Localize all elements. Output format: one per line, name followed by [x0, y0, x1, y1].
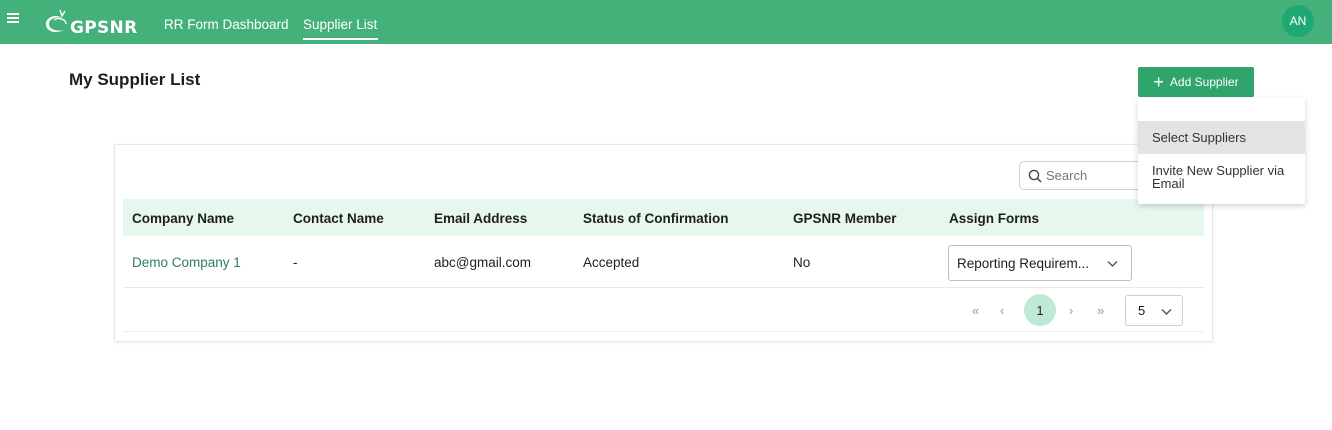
- add-supplier-button[interactable]: + Add Supplier: [1138, 67, 1254, 97]
- column-header-contact-name[interactable]: Contact Name: [293, 211, 384, 226]
- search-input[interactable]: [1046, 168, 1146, 183]
- logo-mark-icon: [46, 9, 67, 32]
- table-header-row: Company Name Contact Name Email Address …: [123, 199, 1204, 236]
- assign-forms-value: Reporting Requirem...: [957, 255, 1090, 271]
- status-cell: Accepted: [583, 255, 640, 270]
- hamburger-menu-icon[interactable]: [7, 13, 19, 23]
- table-row: Demo Company 1 - abc@gmail.com Accepted …: [123, 237, 1204, 288]
- column-header-email-address[interactable]: Email Address: [434, 211, 527, 226]
- nav-link-rr-form-dashboard[interactable]: RR Form Dashboard: [164, 17, 289, 32]
- chevron-down-icon: [1107, 261, 1118, 267]
- active-nav-underline: [303, 38, 378, 40]
- column-header-status[interactable]: Status of Confirmation: [583, 211, 729, 226]
- current-page-button[interactable]: 1: [1024, 294, 1056, 326]
- next-page-icon[interactable]: ›: [1069, 303, 1073, 318]
- nav-link-supplier-list[interactable]: Supplier List: [303, 17, 377, 32]
- pagination-bar: « ‹ 1 › » 5: [123, 288, 1204, 332]
- previous-page-icon[interactable]: ‹: [1000, 303, 1004, 318]
- page-size-select[interactable]: 5: [1125, 295, 1183, 326]
- plus-icon: +: [1153, 71, 1164, 92]
- logo-text: GPSNR: [70, 18, 138, 38]
- chevron-down-icon: [1161, 309, 1172, 315]
- search-icon: [1028, 169, 1042, 183]
- contact-name-cell: -: [293, 255, 298, 270]
- column-header-assign-forms[interactable]: Assign Forms: [949, 211, 1039, 226]
- assign-forms-select[interactable]: Reporting Requirem...: [948, 245, 1132, 281]
- page-title: My Supplier List: [69, 70, 201, 89]
- supplier-table-card: Company Name Contact Name Email Address …: [114, 144, 1213, 342]
- company-name-link[interactable]: Demo Company 1: [132, 255, 241, 270]
- add-supplier-dropdown-menu: Select Suppliers Invite New Supplier via…: [1138, 98, 1305, 204]
- add-supplier-label: Add Supplier: [1169, 75, 1239, 89]
- page-size-value: 5: [1138, 303, 1146, 318]
- top-nav-bar: GPSNR RR Form Dashboard Supplier List AN: [0, 0, 1332, 44]
- menu-item-invite-new-supplier[interactable]: Invite New Supplier via Email: [1138, 164, 1305, 190]
- email-cell: abc@gmail.com: [434, 255, 531, 270]
- last-page-icon[interactable]: »: [1097, 303, 1104, 318]
- gpsnr-member-cell: No: [793, 255, 811, 270]
- menu-item-select-suppliers[interactable]: Select Suppliers: [1138, 121, 1305, 154]
- user-avatar[interactable]: AN: [1282, 5, 1314, 37]
- first-page-icon[interactable]: «: [972, 303, 979, 318]
- column-header-company-name[interactable]: Company Name: [132, 211, 234, 226]
- column-header-gpsnr-member[interactable]: GPSNR Member: [793, 211, 897, 226]
